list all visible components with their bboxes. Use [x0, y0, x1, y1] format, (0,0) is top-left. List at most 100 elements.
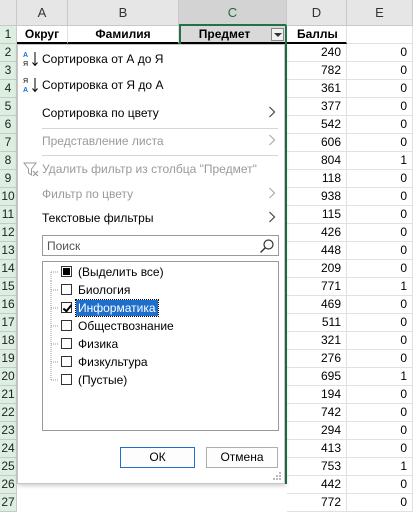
cell-e[interactable]: 1 [347, 458, 413, 476]
cell-bally[interactable]: 209 [287, 260, 347, 278]
checkbox[interactable] [61, 338, 72, 349]
cell-bally[interactable]: 294 [287, 422, 347, 440]
cell-bally[interactable]: 426 [287, 224, 347, 242]
cell-bally[interactable]: 542 [287, 116, 347, 134]
cell-e[interactable]: 0 [347, 404, 413, 422]
cell-e[interactable]: 0 [347, 242, 413, 260]
cell-e[interactable]: 0 [347, 116, 413, 134]
row-header[interactable]: 26 [0, 476, 17, 494]
row-header[interactable]: 1 [0, 26, 17, 44]
column-header-a[interactable]: A [17, 0, 68, 26]
text-filters-item[interactable]: Текстовые фильтры [18, 206, 284, 230]
column-header-e[interactable]: E [347, 0, 413, 26]
cell-bally[interactable]: 194 [287, 386, 347, 404]
cell-bally[interactable]: 413 [287, 440, 347, 458]
cell-bally[interactable]: 742 [287, 404, 347, 422]
cell-bally[interactable]: 448 [287, 242, 347, 260]
list-item[interactable]: Информатика [43, 299, 278, 317]
row-header[interactable]: 20 [0, 368, 17, 386]
row-header[interactable]: 11 [0, 206, 17, 224]
header-cell-okrug[interactable]: Округ [17, 26, 68, 44]
list-item[interactable]: (Пустые) [43, 371, 278, 389]
cell-bally[interactable]: 695 [287, 368, 347, 386]
search-field[interactable] [42, 235, 279, 256]
cell-bally[interactable]: 772 [287, 494, 347, 512]
row-header[interactable]: 24 [0, 440, 17, 458]
row-header[interactable]: 2 [0, 44, 17, 62]
row-header[interactable]: 8 [0, 152, 17, 170]
cell-e[interactable]: 0 [347, 224, 413, 242]
row-header[interactable]: 9 [0, 170, 17, 188]
list-item[interactable]: Физкультура [43, 353, 278, 371]
cell-e[interactable]: 1 [347, 368, 413, 386]
row-header[interactable]: 5 [0, 98, 17, 116]
sheet-view-item[interactable]: Представление листа [18, 129, 284, 153]
checkbox[interactable] [61, 302, 72, 313]
filter-values-list[interactable]: (Выделить все) Биология Информатика Обществ… [42, 261, 279, 431]
cell-bally[interactable]: 118 [287, 170, 347, 188]
column-header-b[interactable]: B [68, 0, 179, 26]
cell-bally[interactable]: 321 [287, 332, 347, 350]
header-cell-bally[interactable]: Баллы [287, 26, 347, 44]
cell-e[interactable]: 0 [347, 188, 413, 206]
cell-e[interactable]: 0 [347, 260, 413, 278]
checkbox[interactable] [61, 374, 72, 385]
cell-e[interactable]: 0 [347, 422, 413, 440]
ok-button[interactable]: ОК [120, 447, 195, 468]
row-header[interactable]: 27 [0, 494, 17, 512]
row-header[interactable]: 21 [0, 386, 17, 404]
cell-e[interactable]: 0 [347, 476, 413, 494]
cell-e[interactable]: 1 [347, 152, 413, 170]
row-header[interactable]: 3 [0, 62, 17, 80]
cell-bally[interactable]: 938 [287, 188, 347, 206]
cell-bally[interactable]: 115 [287, 206, 347, 224]
cell-bally[interactable]: 469 [287, 296, 347, 314]
cell-bally[interactable]: 804 [287, 152, 347, 170]
cell-e[interactable]: 0 [347, 314, 413, 332]
header-cell-predmet[interactable]: Предмет [179, 26, 287, 44]
row-header[interactable]: 18 [0, 332, 17, 350]
cell-e[interactable]: 0 [347, 386, 413, 404]
row-header[interactable]: 6 [0, 116, 17, 134]
cell-bally[interactable]: 442 [287, 476, 347, 494]
search-input[interactable] [43, 236, 257, 255]
cell-bally[interactable]: 782 [287, 62, 347, 80]
row-header[interactable]: 13 [0, 242, 17, 260]
cell-bally[interactable]: 753 [287, 458, 347, 476]
checkbox[interactable] [61, 356, 72, 367]
row-header[interactable]: 23 [0, 422, 17, 440]
cell-e[interactable]: 0 [347, 440, 413, 458]
filter-by-color-item[interactable]: Фильтр по цвету [18, 182, 284, 206]
row-header[interactable]: 7 [0, 134, 17, 152]
list-item[interactable]: Физика [43, 335, 278, 353]
row-header[interactable]: 22 [0, 404, 17, 422]
cell-e[interactable]: 0 [347, 296, 413, 314]
cell-bally[interactable]: 377 [287, 98, 347, 116]
list-item[interactable]: (Выделить все) [43, 263, 278, 281]
cell-e[interactable]: 0 [347, 98, 413, 116]
select-all-corner[interactable] [0, 0, 17, 26]
cell-e[interactable]: 0 [347, 206, 413, 224]
checkbox[interactable] [61, 320, 72, 331]
cell-bally[interactable]: 240 [287, 44, 347, 62]
cell-e[interactable]: 0 [347, 44, 413, 62]
header-cell-familiya[interactable]: Фамилия [68, 26, 179, 44]
checkbox[interactable] [61, 284, 72, 295]
filter-dropdown-button[interactable] [271, 28, 284, 41]
column-header-c[interactable]: C [179, 0, 287, 26]
cell-bally[interactable]: 606 [287, 134, 347, 152]
sort-descending-item[interactable]: Я А Сортировка от Я до А [18, 73, 284, 97]
row-header[interactable]: 17 [0, 314, 17, 332]
cancel-button[interactable]: Отмена [206, 447, 278, 468]
list-item[interactable]: Обществознание [43, 317, 278, 335]
row-header[interactable]: 25 [0, 458, 17, 476]
row-header[interactable]: 10 [0, 188, 17, 206]
sort-by-color-item[interactable]: Сортировка по цвету [18, 101, 284, 125]
cell-e[interactable]: 0 [347, 350, 413, 368]
checkbox[interactable] [61, 266, 72, 277]
list-item[interactable]: Биология [43, 281, 278, 299]
row-header[interactable]: 14 [0, 260, 17, 278]
cell-bally[interactable]: 361 [287, 80, 347, 98]
cell-e[interactable]: 0 [347, 332, 413, 350]
cell-e[interactable]: 1 [347, 278, 413, 296]
